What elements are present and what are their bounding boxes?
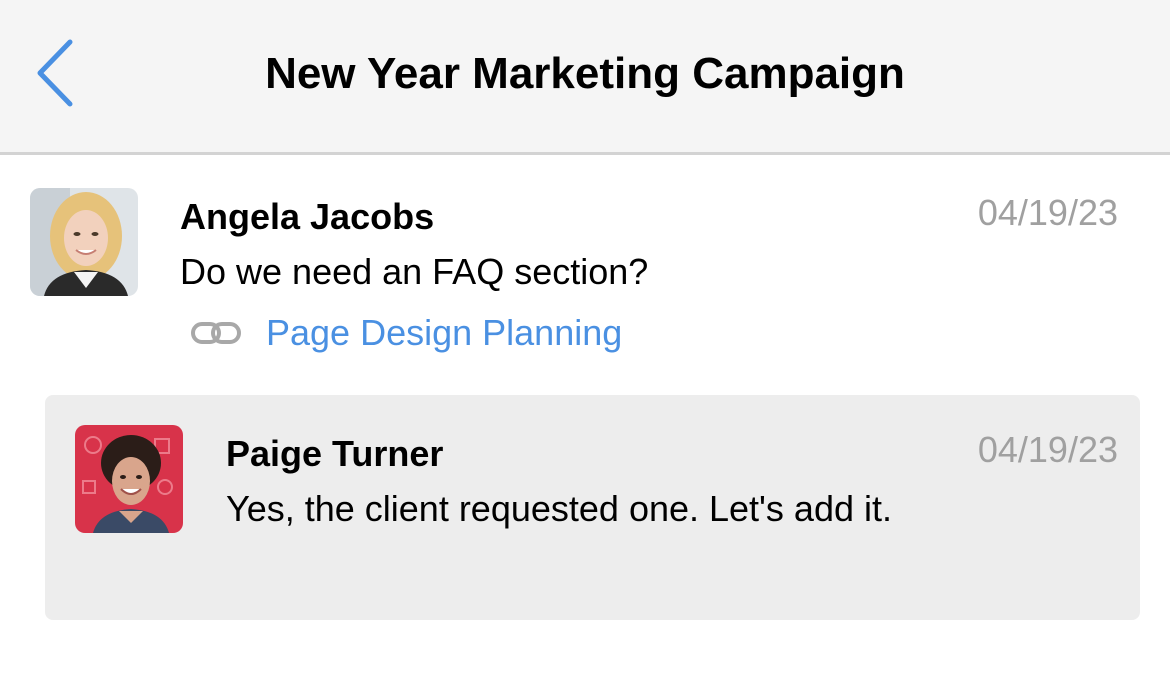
page-title: New Year Marketing Campaign [265, 49, 905, 98]
avatar[interactable] [75, 425, 183, 533]
reply-text: Yes, the client requested one. Let's add… [226, 488, 892, 529]
linked-item[interactable]: Page Design Planning [190, 309, 622, 357]
linked-item-label[interactable]: Page Design Planning [266, 312, 622, 354]
header-bar: New Year Marketing Campaign [0, 0, 1170, 155]
link-icon [191, 322, 241, 344]
reply-item: Paige Turner 04/19/23 Yes, the client re… [45, 395, 1140, 620]
comment-text: Do we need an FAQ section? [180, 251, 649, 292]
avatar[interactable] [30, 188, 138, 296]
comment-date: 04/19/23 [977, 192, 1118, 233]
reply-date: 04/19/23 [977, 429, 1118, 470]
reply-author: Paige Turner [226, 433, 444, 474]
comment-item: Angela Jacobs 04/19/23 Do we need an FAQ… [0, 155, 1170, 380]
comment-author: Angela Jacobs [180, 196, 435, 237]
